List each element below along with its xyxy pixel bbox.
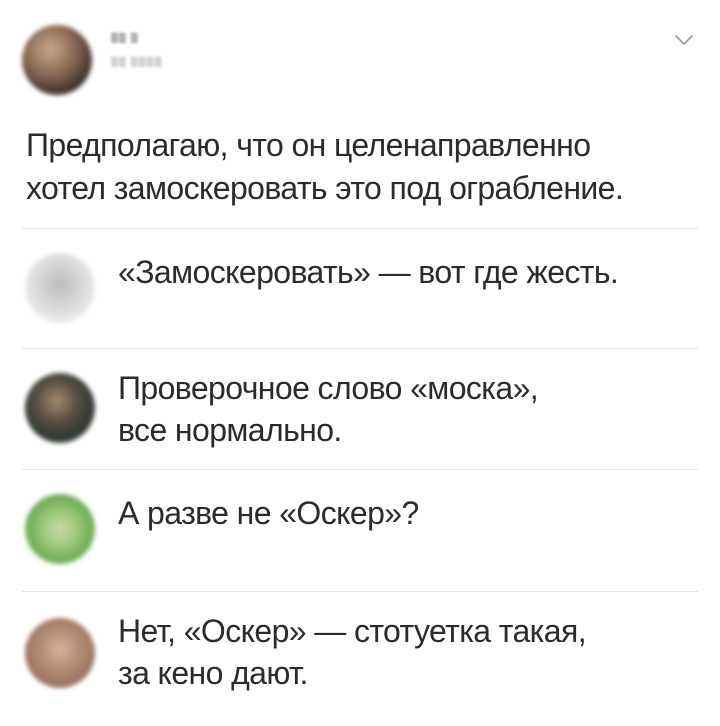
commenter-avatar[interactable]: [25, 494, 95, 564]
chevron-down-icon[interactable]: [674, 33, 694, 47]
post-header: ▒▒ ▒ ▒▒ ▒▒▒▒: [0, 0, 720, 110]
comment-text: «Замоскеровать» — вот где жесть.: [118, 254, 619, 290]
author-name[interactable]: ▒▒ ▒: [111, 34, 139, 44]
author-avatar[interactable]: [22, 25, 92, 95]
comment-item: А разве не «Оскер»?: [0, 470, 720, 590]
comment-item: Нет, «Оскер» — стотуетка такая, за кено …: [0, 592, 720, 726]
commenter-avatar[interactable]: [25, 618, 95, 688]
comment-text: Проверочное слово «моска», все нормально…: [118, 370, 539, 448]
comment-item: Проверочное слово «моска», все нормально…: [0, 349, 720, 469]
comment-text: Нет, «Оскер» — стотуетка такая, за кено …: [118, 613, 587, 691]
comment-text: А разве не «Оскер»?: [118, 495, 419, 531]
commenter-avatar[interactable]: [25, 373, 95, 443]
commenter-avatar[interactable]: [25, 253, 95, 323]
post-text: Предполагаю, что он целенаправленно хоте…: [26, 127, 624, 206]
comment-item: «Замоскеровать» — вот где жесть.: [0, 229, 720, 349]
author-meta: ▒▒ ▒▒▒▒: [111, 58, 163, 68]
